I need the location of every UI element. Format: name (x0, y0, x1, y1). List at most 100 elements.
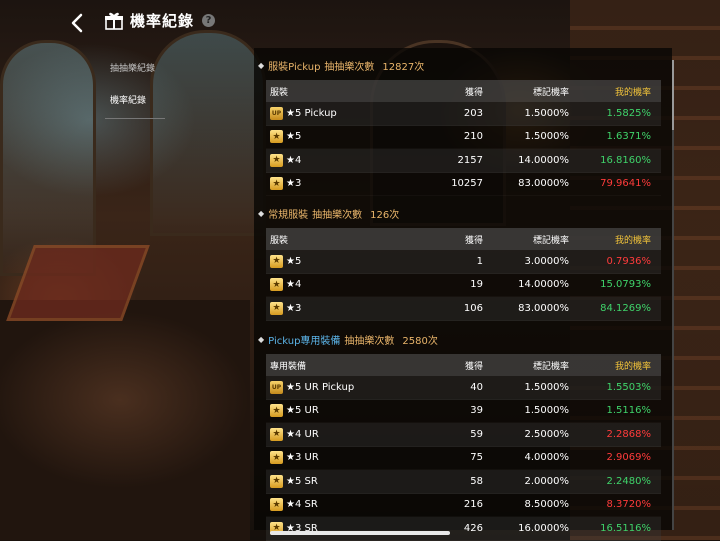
row-name: ★5 UR Pickup (286, 381, 355, 393)
table-row: UP ★5 Pickup 203 1.5000% 1.5825% (266, 102, 661, 126)
star-badge-icon: ★ (270, 254, 283, 268)
row-get: 40 (470, 381, 483, 393)
table-row: ★ ★5 1 3.0000% 0.7936% (266, 250, 661, 274)
star-badge-icon: ★ (270, 404, 283, 418)
diamond-icon: ◆ (258, 61, 265, 70)
row-name: ★4 (286, 279, 302, 291)
table-header: 專用裝備 獲得 標記機率 我的機率 (266, 354, 661, 376)
page-title: 機率紀錄 (130, 12, 195, 30)
row-get: 106 (463, 302, 483, 314)
section-suffix: 抽抽樂次數 (312, 210, 363, 221)
row-rate: 83.0000% (518, 302, 569, 314)
section-count: 2580次 (402, 336, 438, 347)
row-rate: 1.5000% (524, 107, 570, 119)
row-get: 203 (463, 107, 483, 119)
help-icon[interactable]: ? (202, 14, 216, 27)
table-row: UP ★5 UR Pickup 40 1.5000% 1.5503% (266, 376, 661, 400)
scroll-thumb[interactable] (672, 60, 674, 130)
row-get: 39 (470, 405, 483, 417)
row-name: ★4 UR (286, 428, 319, 440)
table-regular-costume: 服裝 獲得 標記機率 我的機率 ★ ★5 1 3.0000% 0.7936% ★ ★… (266, 228, 661, 321)
row-mine: 15.0793% (600, 279, 651, 291)
row-get: 59 (470, 428, 483, 440)
header-name: 專用裝備 (270, 361, 307, 372)
row-rate: 2.5000% (524, 428, 570, 440)
page-header: 機率紀錄 ? (104, 10, 216, 31)
diamond-icon: ◆ (258, 335, 265, 344)
row-rate: 8.5000% (524, 499, 570, 511)
table-pickup-equipment: 專用裝備 獲得 標記機率 我的機率 UP ★5 UR Pickup 40 1.50… (266, 354, 661, 541)
row-get: 10257 (451, 178, 483, 190)
scrollbar[interactable] (672, 60, 674, 530)
window-left (0, 40, 96, 276)
chevron-left-icon (71, 13, 83, 33)
pickup-badge-icon: UP (270, 106, 283, 120)
row-mine: 8.3720% (606, 499, 652, 511)
header-name: 服裝 (270, 87, 289, 98)
header-mine: 我的機率 (614, 235, 651, 246)
section-name: 常規服裝 (268, 210, 309, 221)
row-mine: 2.9069% (606, 452, 652, 464)
row-mine: 1.6371% (606, 131, 652, 143)
home-indicator[interactable] (270, 531, 450, 535)
section-title-costume-pickup: ◆ 服裝Pickup 抽抽樂次數 12827次 (258, 58, 424, 73)
header-get: 獲得 (464, 87, 483, 98)
header-get: 獲得 (464, 235, 483, 246)
table-header: 服裝 獲得 標記機率 我的機率 (266, 80, 661, 102)
row-rate: 1.5000% (524, 131, 570, 143)
floor (0, 300, 250, 540)
section-suffix: 抽抽樂次數 (344, 336, 395, 347)
header-name: 服裝 (270, 235, 289, 246)
section-count: 12827次 (382, 62, 425, 73)
row-get: 75 (470, 452, 483, 464)
row-get: 19 (470, 279, 483, 291)
header-rate: 標記機率 (532, 361, 569, 372)
table-row: ★ ★4 UR 59 2.5000% 2.2868% (266, 423, 661, 447)
row-rate: 3.0000% (524, 255, 570, 267)
back-button[interactable] (57, 7, 97, 39)
row-mine: 16.8160% (600, 154, 651, 166)
side-nav: 抽抽樂紀錄 機率紀錄 (110, 60, 250, 124)
star-badge-icon: ★ (270, 130, 283, 144)
nav-divider (105, 118, 165, 119)
row-name: ★3 (286, 302, 302, 314)
row-name: ★5 SR (286, 475, 318, 487)
section-name: 服裝Pickup (268, 62, 321, 73)
nav-item-draw-record[interactable]: 抽抽樂紀錄 (110, 60, 250, 92)
row-rate: 1.5000% (524, 381, 570, 393)
row-mine: 84.1269% (600, 302, 651, 314)
star-badge-icon: ★ (270, 301, 283, 315)
table-row: ★ ★4 SR 216 8.5000% 8.3720% (266, 494, 661, 518)
row-name: ★5 UR (286, 405, 319, 417)
table-costume-pickup: 服裝 獲得 標記機率 我的機率 UP ★5 Pickup 203 1.5000% … (266, 80, 661, 196)
row-mine: 0.7936% (606, 255, 652, 267)
section-title-regular-costume: ◆ 常規服裝 抽抽樂次數 126次 (258, 206, 399, 221)
row-rate: 1.5000% (524, 405, 570, 417)
table-row: ★ ★5 UR 39 1.5000% 1.5116% (266, 400, 661, 424)
row-name: ★4 (286, 154, 302, 166)
row-get: 210 (463, 131, 483, 143)
star-badge-icon: ★ (270, 498, 283, 512)
row-get: 216 (463, 499, 483, 511)
table-header: 服裝 獲得 標記機率 我的機率 (266, 228, 661, 250)
row-name: ★3 UR (286, 452, 319, 464)
row-rate: 2.0000% (524, 475, 570, 487)
section-count: 126次 (370, 210, 400, 221)
star-badge-icon: ★ (270, 427, 283, 441)
row-mine: 1.5116% (606, 405, 652, 417)
nav-item-probability-record[interactable]: 機率紀錄 (110, 92, 250, 124)
row-mine: 2.2868% (606, 428, 652, 440)
header-mine: 我的機率 (614, 87, 651, 98)
table-row: ★ ★4 19 14.0000% 15.0793% (266, 274, 661, 298)
row-get: 58 (470, 475, 483, 487)
header-rate: 標記機率 (532, 87, 569, 98)
table-row: ★ ★3 UR 75 4.0000% 2.9069% (266, 447, 661, 471)
table-row: ★ ★3 SR 426 16.0000% 16.5116% (266, 517, 661, 541)
section-name: Pickup專用裝備 (268, 336, 341, 347)
row-name: ★5 Pickup (286, 107, 337, 119)
table-row: ★ ★4 2157 14.0000% 16.8160% (266, 149, 661, 173)
table-row: ★ ★3 10257 83.0000% 79.9641% (266, 173, 661, 197)
row-mine: 1.5825% (606, 107, 652, 119)
pickup-badge-icon: UP (270, 380, 283, 394)
row-name: ★4 SR (286, 499, 318, 511)
